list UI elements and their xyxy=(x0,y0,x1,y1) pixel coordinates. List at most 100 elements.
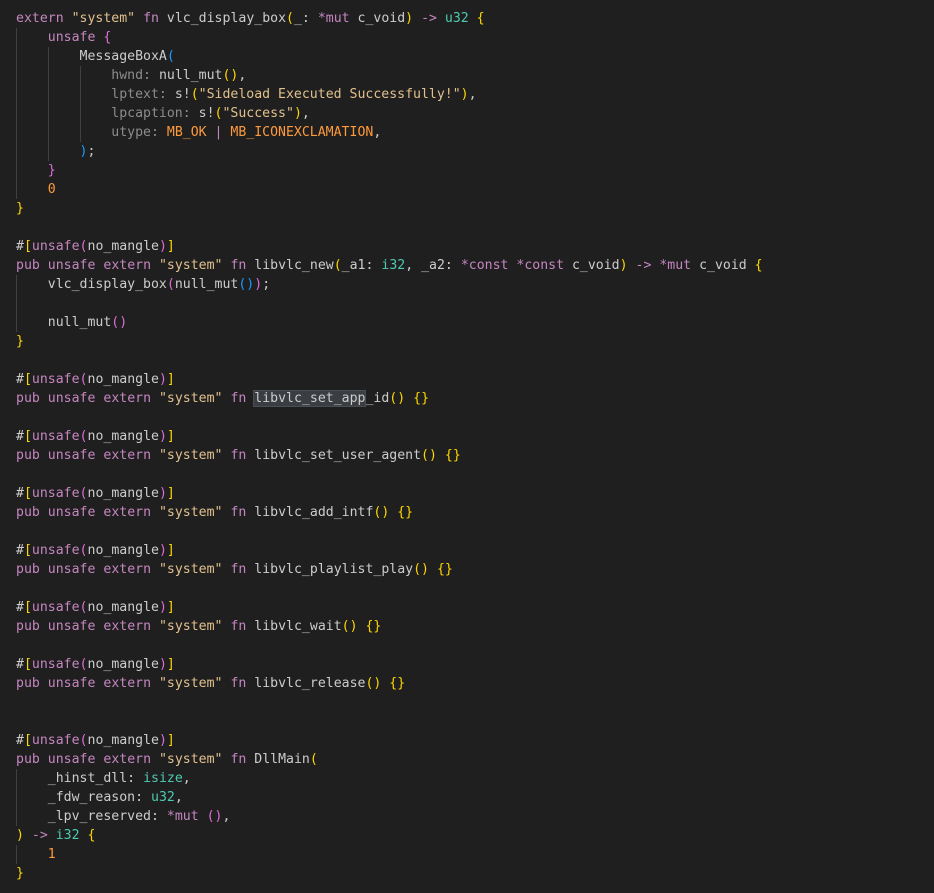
code-line[interactable]: ​ xyxy=(16,579,763,598)
code-line[interactable]: pub unsafe extern "system" fn libvlc_set… xyxy=(16,446,763,465)
code-token: extern xyxy=(103,676,152,691)
code-line[interactable]: } xyxy=(16,161,763,180)
code-editor[interactable]: extern "system" fn vlc_display_box(_: *m… xyxy=(0,0,934,893)
code-token: ] xyxy=(166,543,175,558)
code-line[interactable]: #[unsafe(no_mangle)] xyxy=(16,370,763,389)
code-line[interactable]: ​ xyxy=(16,465,763,484)
code-token: ) xyxy=(293,106,302,121)
code-line[interactable]: #[unsafe(no_mangle)] xyxy=(16,731,763,750)
code-token: ) xyxy=(158,543,167,558)
code-token: no_mangle xyxy=(87,543,159,558)
code-line[interactable]: unsafe { xyxy=(16,28,763,47)
code-line[interactable]: ​ xyxy=(16,712,763,731)
code-line[interactable]: lptext: s!("Sideload Executed Successful… xyxy=(16,85,763,104)
code-line[interactable]: #[unsafe(no_mangle)] xyxy=(16,655,763,674)
code-token: , xyxy=(301,106,310,121)
code-line[interactable]: pub unsafe extern "system" fn libvlc_new… xyxy=(16,256,763,275)
code-line[interactable]: null_mut() xyxy=(16,313,763,332)
code-token: u32 xyxy=(151,790,175,805)
code-line[interactable] xyxy=(16,294,763,313)
code-line[interactable]: utype: MB_OK | MB_ICONEXCLAMATION, xyxy=(16,123,763,142)
code-token: DllMain xyxy=(254,752,310,767)
indent-guide xyxy=(79,123,81,142)
code-token: _hinst_dll xyxy=(47,771,128,786)
indent-guide xyxy=(79,66,81,85)
code-token: libvlc_add_intf xyxy=(254,505,374,520)
code-token: extern xyxy=(103,562,152,577)
code-line[interactable]: 0 xyxy=(16,180,763,199)
code-line[interactable]: pub unsafe extern "system" fn libvlc_pla… xyxy=(16,560,763,579)
code-token: fn xyxy=(230,505,247,520)
code-token: "system" xyxy=(158,562,223,577)
code-token: i32 xyxy=(55,828,80,843)
code-token: [ xyxy=(23,657,32,672)
code-token: null_mut xyxy=(174,277,239,292)
code-line[interactable]: #[unsafe(no_mangle)] xyxy=(16,484,763,503)
indent-guide xyxy=(16,85,17,104)
code-token: , xyxy=(373,125,382,140)
code-token: {} xyxy=(397,505,414,520)
code-line[interactable]: ​ xyxy=(16,408,763,427)
code-line[interactable]: lpcaption: s!("Success"), xyxy=(16,104,763,123)
code-token: , xyxy=(174,790,183,805)
code-token: u32 xyxy=(444,11,469,26)
code-line[interactable]: pub unsafe extern "system" fn libvlc_add… xyxy=(16,503,763,522)
code-line[interactable]: #[unsafe(no_mangle)] xyxy=(16,598,763,617)
code-line[interactable]: pub unsafe extern "system" fn DllMain( xyxy=(16,750,763,769)
code-token: fn xyxy=(230,676,247,691)
code-line[interactable]: pub unsafe extern "system" fn libvlc_rel… xyxy=(16,674,763,693)
code-line[interactable]: pub unsafe extern "system" fn libvlc_set… xyxy=(16,389,763,408)
indent-guide xyxy=(16,47,17,66)
code-line[interactable]: _fdw_reason: u32, xyxy=(16,788,763,807)
code-token: no_mangle xyxy=(87,486,159,501)
code-token: ] xyxy=(166,733,175,748)
code-line[interactable]: _lpv_reserved: *mut (), xyxy=(16,807,763,826)
code-line[interactable]: } xyxy=(16,199,763,218)
code-line[interactable]: ​ xyxy=(16,218,763,237)
code-token: _a2 xyxy=(421,258,445,273)
code-line[interactable]: ​ xyxy=(16,522,763,541)
code-line[interactable]: ​ xyxy=(16,351,763,370)
code-token: ( xyxy=(79,657,88,672)
code-line[interactable]: hwnd: null_mut(), xyxy=(16,66,763,85)
code-token: 1 xyxy=(47,847,56,862)
code-token: no_mangle xyxy=(87,372,159,387)
code-line[interactable]: ) -> i32 { xyxy=(16,826,763,845)
code-line[interactable]: _hinst_dll: isize, xyxy=(16,769,763,788)
code-token: { xyxy=(87,828,96,843)
code-token: vlc_display_box xyxy=(47,277,167,292)
code-token: i32 xyxy=(381,258,406,273)
code-line[interactable]: } xyxy=(16,332,763,351)
code-line[interactable]: MessageBoxA( xyxy=(16,47,763,66)
indent-guide xyxy=(47,47,49,66)
code-line[interactable]: #[unsafe(no_mangle)] xyxy=(16,541,763,560)
code-line[interactable]: ​ xyxy=(16,636,763,655)
code-line[interactable]: 1 xyxy=(16,845,763,864)
code-token: unsafe xyxy=(31,657,80,672)
code-line[interactable]: #[unsafe(no_mangle)] xyxy=(16,237,763,256)
code-token: ( xyxy=(190,87,199,102)
code-token: () xyxy=(341,619,358,634)
code-line[interactable]: #[unsafe(no_mangle)] xyxy=(16,427,763,446)
code-token: null_mut xyxy=(47,315,112,330)
code-token: [ xyxy=(23,733,32,748)
code-line[interactable]: extern "system" fn vlc_display_box(_: *m… xyxy=(16,9,763,28)
code-line[interactable]: ​ xyxy=(16,693,763,712)
code-line[interactable]: vlc_display_box(null_mut()); xyxy=(16,275,763,294)
code-line[interactable]: pub unsafe extern "system" fn libvlc_wai… xyxy=(16,617,763,636)
indent-guide xyxy=(47,104,49,123)
code-token: () xyxy=(206,809,223,824)
code-line[interactable]: ); xyxy=(16,142,763,161)
code-line[interactable]: } xyxy=(16,864,763,883)
indent-guide xyxy=(47,142,49,161)
